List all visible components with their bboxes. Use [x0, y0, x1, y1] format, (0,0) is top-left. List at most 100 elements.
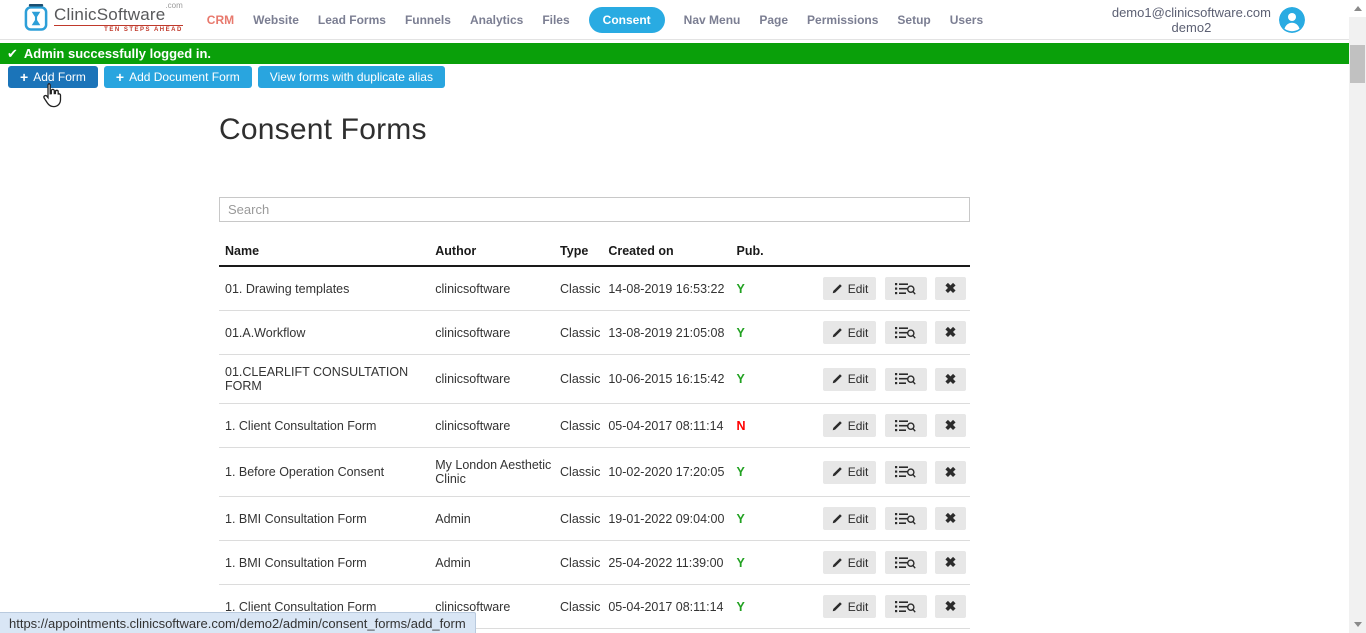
form-pub-status: N [733, 404, 815, 448]
plus-icon: + [116, 70, 124, 84]
add-document-form-button[interactable]: + Add Document Form [104, 66, 252, 88]
form-author: clinicsoftware [431, 355, 556, 404]
logo-tld: .com [165, 1, 182, 10]
delete-button[interactable]: ✖ [935, 461, 966, 484]
x-icon: ✖ [945, 554, 957, 571]
x-icon: ✖ [945, 280, 957, 297]
preview-button[interactable] [885, 461, 927, 484]
form-pub-status: Y [733, 629, 815, 633]
preview-button[interactable] [885, 321, 927, 344]
edit-button[interactable]: Edit [823, 321, 876, 344]
scroll-down-button[interactable] [1349, 616, 1366, 633]
delete-button[interactable]: ✖ [935, 551, 966, 574]
list-search-icon [895, 372, 916, 386]
column-header-actions [814, 235, 970, 266]
form-type: Classic [556, 497, 604, 541]
edit-button[interactable]: Edit [823, 595, 876, 618]
form-author: Admin [431, 497, 556, 541]
table-row: 01. Drawing templates clinicsoftware Cla… [219, 266, 970, 311]
nav-item[interactable]: Setup [897, 13, 930, 27]
form-created-on: 25-04-2022 11:39:00 [604, 541, 732, 585]
list-search-icon [895, 600, 916, 614]
form-type: Classic [556, 355, 604, 404]
logo-tagline: TEN STEPS AHEAD [54, 25, 183, 33]
nav-item[interactable]: Website [253, 13, 299, 27]
nav-item[interactable]: Analytics [470, 13, 523, 27]
form-type: Classic [556, 404, 604, 448]
user-avatar-icon[interactable] [1279, 7, 1305, 33]
form-created-on: 13-08-2019 21:05:08 [604, 311, 732, 355]
plus-icon: + [20, 70, 28, 84]
column-header: Author [431, 235, 556, 266]
user-account: demo2 [1112, 20, 1271, 35]
nav-item[interactable]: Permissions [807, 13, 878, 27]
table-row: 1. Before Operation Consent My London Ae… [219, 448, 970, 497]
user-account-block[interactable]: demo1@clinicsoftware.com demo2 [1112, 5, 1305, 35]
form-author: clinicsoftware [431, 311, 556, 355]
delete-button[interactable]: ✖ [935, 414, 966, 437]
delete-button[interactable]: ✖ [935, 507, 966, 530]
scrollbar-thumb[interactable] [1350, 45, 1365, 83]
form-author: Admin [431, 541, 556, 585]
search-input[interactable] [219, 197, 970, 222]
list-search-icon [895, 465, 916, 479]
preview-button[interactable] [885, 595, 927, 618]
list-search-icon [895, 512, 916, 526]
nav-item[interactable]: Nav Menu [684, 13, 741, 27]
form-created-on: 05-04-2017 08:11:14 [604, 585, 732, 629]
table-row: 1. Client Consultation Form clinicsoftwa… [219, 404, 970, 448]
nav-item[interactable]: Page [759, 13, 788, 27]
nav-item[interactable]: Consent [589, 7, 665, 33]
success-banner: ✔ Admin successfully logged in. [0, 43, 1349, 64]
preview-button[interactable] [885, 551, 927, 574]
column-header: Name [219, 235, 431, 266]
delete-button[interactable]: ✖ [935, 277, 966, 300]
view-duplicate-alias-button[interactable]: View forms with duplicate alias [258, 66, 445, 88]
pencil-icon [831, 327, 843, 339]
table-row: 1. BMI Consultation Form Admin Classic 1… [219, 497, 970, 541]
edit-button[interactable]: Edit [823, 461, 876, 484]
delete-button[interactable]: ✖ [935, 595, 966, 618]
delete-button[interactable]: ✖ [935, 321, 966, 344]
form-type: Classic [556, 629, 604, 633]
form-created-on: 10-02-2020 17:20:05 [604, 448, 732, 497]
scroll-up-button[interactable] [1349, 0, 1366, 17]
nav-item[interactable]: Lead Forms [318, 13, 386, 27]
preview-button[interactable] [885, 414, 927, 437]
clinicsoftware-logo[interactable]: ClinicSoftware.com TEN STEPS AHEAD [24, 3, 183, 37]
nav-item[interactable]: Funnels [405, 13, 451, 27]
nav-item[interactable]: CRM [207, 13, 234, 27]
list-search-icon [895, 282, 916, 296]
preview-button[interactable] [885, 277, 927, 300]
edit-button[interactable]: Edit [823, 507, 876, 530]
user-email: demo1@clinicsoftware.com [1112, 5, 1271, 20]
form-pub-status: Y [733, 585, 815, 629]
edit-button[interactable]: Edit [823, 277, 876, 300]
preview-button[interactable] [885, 507, 927, 530]
nav-item[interactable]: Users [950, 13, 983, 27]
edit-button[interactable]: Edit [823, 368, 876, 391]
pencil-icon [831, 420, 843, 432]
delete-button[interactable]: ✖ [935, 368, 966, 391]
table-row: 1. BMI Consultation Form Admin Classic 2… [219, 541, 970, 585]
form-name: 01. Drawing templates [219, 266, 431, 311]
top-nav: ClinicSoftware.com TEN STEPS AHEAD CRM W… [0, 0, 1349, 40]
form-pub-status: Y [733, 355, 815, 404]
form-created-on: 10-06-2015 16:15:42 [604, 355, 732, 404]
success-message: Admin successfully logged in. [24, 46, 211, 61]
status-url: https://appointments.clinicsoftware.com/… [9, 616, 466, 631]
edit-button[interactable]: Edit [823, 551, 876, 574]
form-pub-status: Y [733, 497, 815, 541]
form-author: clinicsoftware [431, 404, 556, 448]
x-icon: ✖ [945, 510, 957, 527]
x-icon: ✖ [945, 464, 957, 481]
edit-button[interactable]: Edit [823, 414, 876, 437]
form-pub-status: Y [733, 266, 815, 311]
list-search-icon [895, 419, 916, 433]
vertical-scrollbar[interactable] [1349, 0, 1366, 633]
preview-button[interactable] [885, 368, 927, 391]
column-header: Type [556, 235, 604, 266]
add-form-button[interactable]: + Add Form [8, 66, 98, 88]
form-pub-status: Y [733, 311, 815, 355]
nav-item[interactable]: Files [542, 13, 569, 27]
